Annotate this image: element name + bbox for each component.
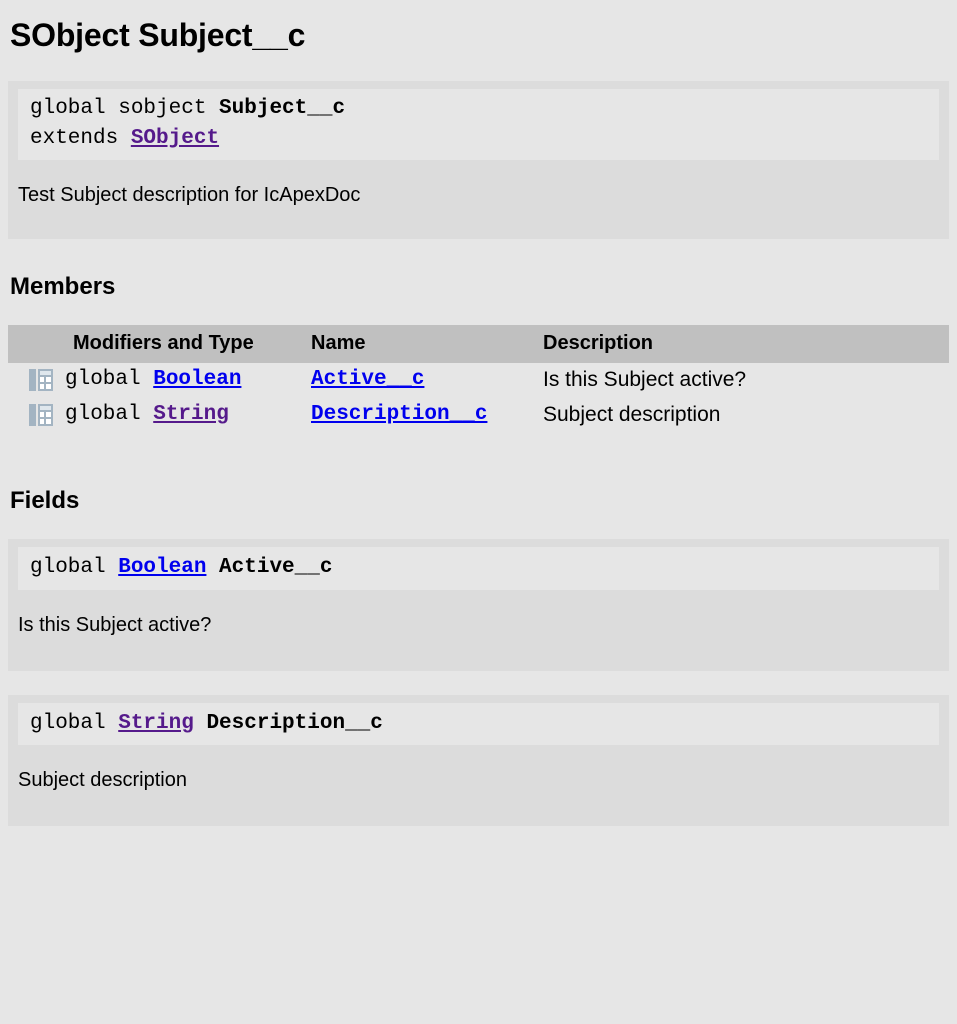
- page-title: SObject Subject__c: [10, 17, 306, 53]
- field-description: Is this Subject active?: [8, 589, 949, 671]
- field-name: Active__c: [206, 555, 333, 579]
- fields-heading: Fields: [10, 486, 80, 514]
- table-field-icon: [8, 403, 65, 426]
- members-row-modifiers-and-type: global String: [65, 397, 311, 433]
- members-col-icon: [8, 324, 65, 363]
- member-modifier: global: [65, 368, 154, 392]
- table-row: global String Description__c Subject des…: [8, 397, 949, 433]
- class-declaration-block: global sobject Subject__c extends SObjec…: [8, 81, 949, 239]
- link-sobject-superclass[interactable]: SObject: [131, 127, 219, 150]
- field-modifier: global: [30, 711, 119, 735]
- page-bottom-spacer: [8, 826, 949, 867]
- link-member-description-c[interactable]: Description__c: [311, 403, 487, 426]
- members-row-description: Subject description: [543, 397, 949, 433]
- members-col-modifiers-and-type: Modifiers and Type: [65, 324, 311, 363]
- link-type-boolean[interactable]: Boolean: [118, 556, 206, 579]
- members-row-name: Description__c: [311, 397, 543, 433]
- field-name: Description__c: [193, 711, 383, 735]
- members-table-spacer: [8, 432, 949, 453]
- signature-modifier-keyword: global sobject: [30, 97, 220, 121]
- signature-class-name: Subject__c: [219, 97, 346, 121]
- field-detail-active-c: global Boolean Active__c Is this Subject…: [8, 538, 949, 671]
- members-row-name: Active__c: [311, 362, 543, 398]
- link-type-string[interactable]: String: [118, 712, 194, 735]
- members-table-header-row: Modifiers and Type Name Description: [8, 324, 949, 363]
- apexdoc-page: SObject Subject__c global sobject Subjec…: [0, 0, 957, 867]
- table-row: global Boolean Active__c Is this Subject…: [8, 362, 949, 398]
- link-type-boolean[interactable]: Boolean: [153, 368, 241, 391]
- link-type-string[interactable]: String: [153, 403, 229, 426]
- members-col-name: Name: [311, 324, 543, 363]
- members-row-modifiers-and-type: global Boolean: [65, 362, 311, 398]
- field-signature-code: global String Description__c: [18, 702, 939, 746]
- class-signature-code: global sobject Subject__c extends SObjec…: [18, 89, 939, 160]
- signature-extends-keyword: extends: [30, 127, 131, 150]
- field-description: Subject description: [8, 745, 949, 827]
- field-detail-description-c: global String Description__c Subject des…: [8, 694, 949, 827]
- members-row-icon-cell: [8, 397, 65, 433]
- link-member-active-c[interactable]: Active__c: [311, 368, 424, 391]
- table-field-icon: [8, 368, 65, 391]
- members-col-description: Description: [543, 324, 949, 363]
- class-description: Test Subject description for IcApexDoc: [8, 159, 949, 239]
- members-table: Modifiers and Type Name Description glob…: [8, 324, 949, 433]
- members-heading: Members: [10, 272, 116, 300]
- members-row-description: Is this Subject active?: [543, 362, 949, 398]
- field-signature-code: global Boolean Active__c: [18, 546, 939, 590]
- field-modifier: global: [30, 555, 119, 579]
- members-row-icon-cell: [8, 362, 65, 398]
- member-modifier: global: [65, 403, 154, 427]
